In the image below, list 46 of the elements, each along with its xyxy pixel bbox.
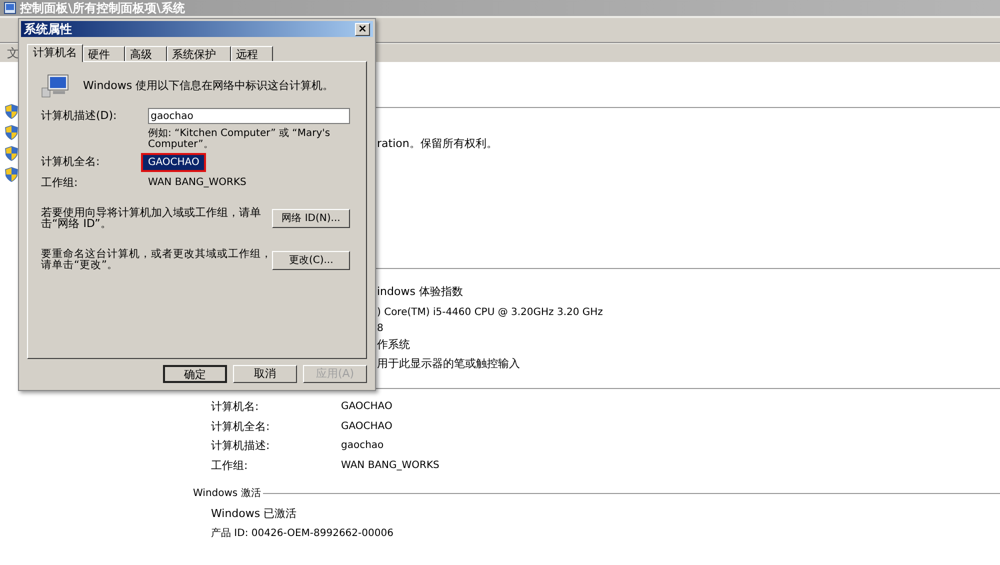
info-label: 计算机全名: <box>211 418 271 434</box>
dialog-button[interactable]: 取消 <box>233 365 297 383</box>
info-label: 计算机名: <box>211 399 260 415</box>
copyright-text: ration。保留所有权利。 <box>377 136 498 152</box>
description-label: 计算机描述(D): <box>41 108 118 124</box>
info-value: WAN BANG_WORKS <box>341 458 440 472</box>
network-instruction: 若要使用向导将计算机加入域或工作组，请单击“网络 ID”。 <box>41 207 261 229</box>
memory-text: 8 <box>377 322 384 336</box>
shield-icon <box>5 104 18 119</box>
system-type-text: 作系统 <box>377 337 411 353</box>
dialog-title: 系统属性 <box>24 21 72 38</box>
tab[interactable]: 计算机名 <box>27 44 83 62</box>
window-icon <box>4 2 16 14</box>
workgroup-label: 工作组: <box>41 174 79 190</box>
info-label: 工作组: <box>211 458 249 474</box>
pen-touch-text: 用于此显示器的笔或触控输入 <box>377 356 521 372</box>
window-title: 控制面板\所有控制面板项\系统 <box>20 0 185 17</box>
example-text: 例如: “Kitchen Computer” 或 “Mary's Computer”。 <box>148 128 332 150</box>
shield-icon <box>5 146 18 161</box>
rename-instruction: 要重命名这台计算机，或者更改其域或工作组，请单击“更改”。 <box>41 249 272 271</box>
full-name-value: GAOCHAO <box>141 152 206 172</box>
info-label: 计算机描述: <box>211 438 271 454</box>
workgroup-value: WAN BANG_WORKS <box>148 176 246 190</box>
tab[interactable]: 系统保护 <box>167 46 231 61</box>
tab[interactable]: 硬件 <box>83 46 125 61</box>
dialog-button[interactable]: 确定 <box>163 365 227 383</box>
shield-icon <box>5 125 18 140</box>
close-button[interactable]: × <box>355 22 370 36</box>
tab[interactable]: 远程 <box>231 46 273 61</box>
shield-icon <box>5 167 18 182</box>
rating-link[interactable]: indows 体验指数 <box>377 284 1000 300</box>
processor-text: ) Core(TM) i5-4460 CPU @ 3.20GHz 3.20 GHz <box>377 306 604 320</box>
product-id: 产品 ID: 00426-OEM-8992662-00006 <box>211 526 394 540</box>
change-button[interactable]: 更改(C)... <box>272 250 350 270</box>
description-field[interactable]: gaochao <box>148 108 350 124</box>
section-heading: Windows 激活 <box>193 487 261 501</box>
intro-text: Windows 使用以下信息在网络中标识这台计算机。 <box>83 78 334 94</box>
info-value: GAOCHAO <box>341 400 392 414</box>
menu-item[interactable]: 文 <box>7 44 19 62</box>
full-name-label: 计算机全名: <box>41 154 101 170</box>
activation-status: Windows 已激活 <box>211 506 298 522</box>
network-id-button[interactable]: 网络 ID(N)... <box>272 208 350 228</box>
computer-icon <box>41 74 71 98</box>
info-value: gaochao <box>341 439 384 453</box>
info-value: GAOCHAO <box>341 420 392 434</box>
tab[interactable]: 高级 <box>125 46 167 61</box>
